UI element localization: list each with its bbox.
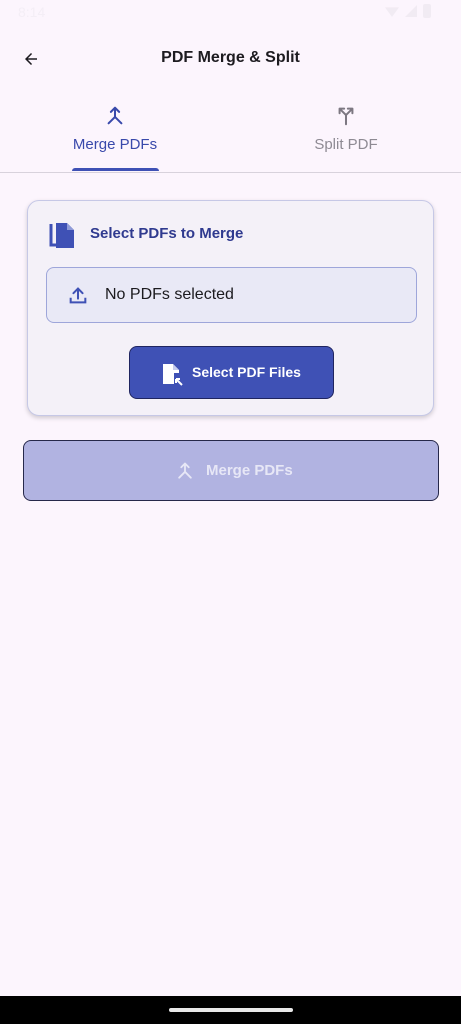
tab-split-pdf[interactable]: Split PDF — [231, 100, 461, 172]
merge-pdfs-button[interactable]: Merge PDFs — [23, 440, 439, 501]
split-icon — [338, 107, 354, 126]
merge-icon — [175, 461, 195, 486]
wifi-icon — [385, 7, 399, 17]
tab-merge-label: Merge PDFs — [72, 136, 158, 153]
merge-card: Select PDFs to Merge No PDFs selected Se… — [27, 200, 434, 416]
signal-icon — [405, 5, 417, 17]
selected-files-box: No PDFs selected — [46, 267, 417, 323]
screen: 8:14 PDF Merge & Split Merge PDFs Split … — [0, 0, 461, 1024]
upload-icon — [67, 284, 89, 311]
tab-active-indicator — [72, 168, 159, 171]
status-bar: 8:14 — [0, 0, 461, 26]
home-handle[interactable] — [169, 1008, 293, 1012]
file-copy-icon — [48, 220, 76, 255]
tab-merge-pdfs[interactable]: Merge PDFs — [0, 100, 230, 172]
select-pdf-files-label: Select PDF Files — [192, 364, 301, 380]
page-title: PDF Merge & Split — [161, 49, 300, 66]
card-title: Select PDFs to Merge — [90, 225, 244, 242]
tab-split-label: Split PDF — [314, 136, 378, 153]
merge-icon — [107, 106, 123, 125]
status-time: 8:14 — [18, 4, 46, 20]
selection-status: No PDFs selected — [105, 286, 234, 303]
merge-pdfs-label: Merge PDFs — [206, 462, 293, 479]
tab-bar: Merge PDFs Split PDF — [0, 100, 461, 173]
status-icons — [385, 4, 431, 18]
battery-icon — [423, 4, 431, 18]
app-bar: PDF Merge & Split — [0, 30, 461, 86]
system-navigation-bar — [0, 996, 461, 1024]
select-pdf-files-button[interactable]: Select PDF Files — [129, 346, 334, 399]
file-open-icon — [161, 362, 183, 391]
